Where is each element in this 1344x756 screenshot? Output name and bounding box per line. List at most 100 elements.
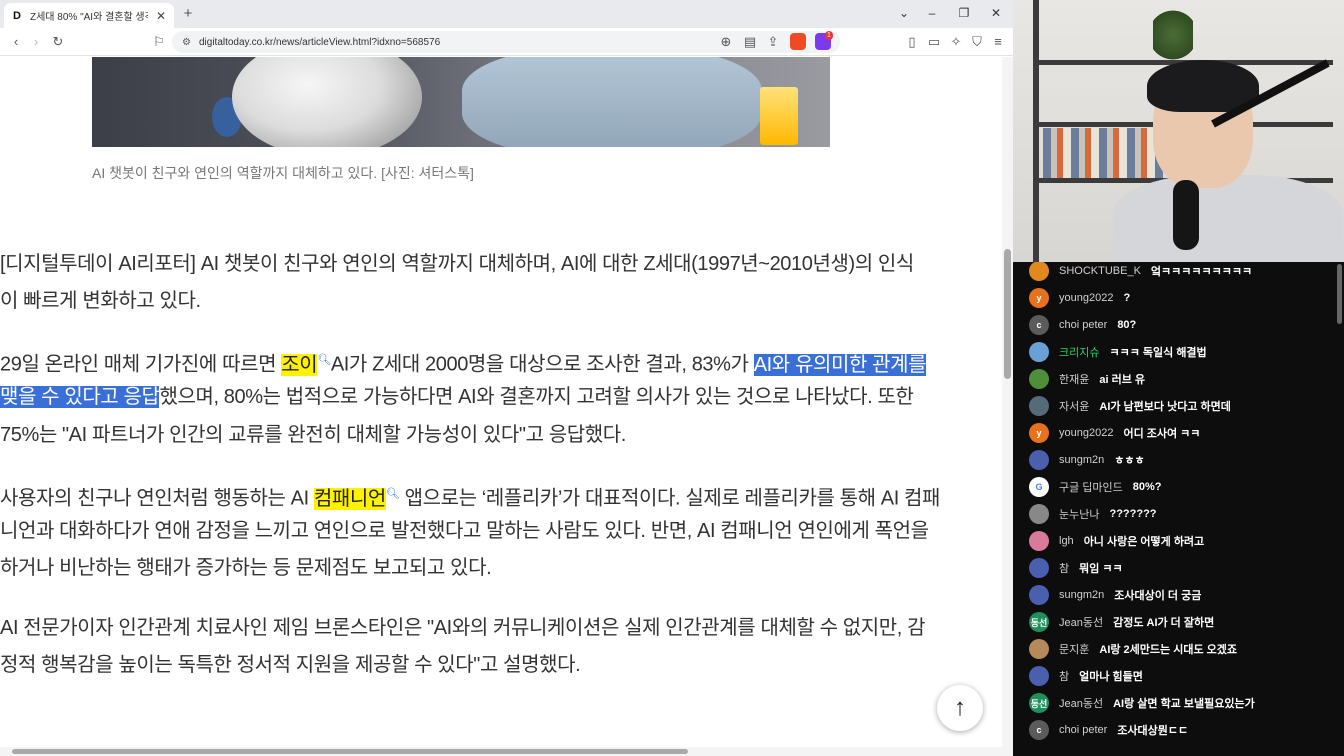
zoom-icon[interactable]: ⊕ — [718, 34, 734, 50]
webcam-feed — [1013, 0, 1344, 262]
chat-message: 동선 Jean동선 AI랑 살면 학교 보낼필요있는가 — [1029, 692, 1255, 714]
scroll-thumb[interactable] — [12, 749, 688, 754]
chat-username[interactable]: Jean동선 — [1059, 695, 1103, 711]
chat-username[interactable]: 눈누난나 — [1059, 506, 1099, 522]
chat-message: y young2022 어디 조사여 ㅋㅋ — [1029, 422, 1200, 444]
chat-avatar[interactable]: c — [1029, 315, 1049, 335]
live-chat-panel: SHOCKTUBE_K 엌ㅋㅋㅋㅋㅋㅋㅋㅋㅋ y young2022? c choi pe… — [1013, 262, 1344, 756]
chat-avatar[interactable] — [1029, 558, 1049, 578]
reload-icon[interactable]: ↻ — [50, 34, 66, 50]
chat-avatar[interactable] — [1029, 585, 1049, 605]
chat-username[interactable]: 크리지슈 — [1059, 344, 1099, 360]
chat-text: ? — [1123, 292, 1131, 304]
chat-avatar[interactable]: 동선 — [1029, 612, 1049, 632]
tab-search-chevron-icon[interactable]: ⌄ — [896, 6, 912, 20]
bookmark-icon[interactable]: ⚐ — [151, 34, 167, 50]
chat-message: c choi peter 80? — [1029, 314, 1136, 336]
chat-username[interactable]: young2022 — [1059, 292, 1113, 304]
chat-username[interactable]: 자서윤 — [1059, 398, 1089, 414]
chat-text: 80? — [1117, 319, 1137, 331]
horizontal-scrollbar[interactable] — [0, 747, 1002, 756]
paragraph-line: [디지털투데이 AI리포터] AI 챗봇이 친구와 연인의 역할까지 대체하며,… — [0, 253, 914, 275]
chat-username[interactable]: choi peter — [1059, 724, 1107, 736]
chat-avatar[interactable]: c — [1029, 720, 1049, 740]
wallet-icon[interactable]: ▭ — [926, 34, 942, 50]
chat-avatar[interactable] — [1029, 531, 1049, 551]
close-window-icon[interactable]: ✕ — [988, 6, 1004, 20]
scroll-to-top-button[interactable]: ↑ — [937, 685, 983, 731]
minimize-icon[interactable]: – — [924, 6, 940, 20]
tab-close-icon[interactable]: ✕ — [154, 9, 168, 23]
chat-text: 감정도 AI가 더 잘하면 — [1113, 617, 1215, 629]
menu-icon[interactable]: ≡ — [990, 34, 1006, 50]
chat-username[interactable]: 구글 딥마인드 — [1059, 479, 1123, 495]
paragraph-line: 니언과 대화하다가 연애 감정을 느끼고 연인으로 발전했다고 말하는 사람도 … — [0, 520, 929, 542]
chat-username[interactable]: 참 — [1059, 560, 1069, 576]
chat-message: G 구글 딥마인드 80%? — [1029, 476, 1162, 498]
chat-text: 뭐임 ㅋㅋ — [1079, 563, 1123, 575]
chat-username[interactable]: 한재윤 — [1059, 371, 1089, 387]
brave-shields-icon[interactable] — [790, 33, 806, 50]
chat-message: lgh 아니 사랑은 어떻게 하려고 — [1029, 530, 1204, 552]
vpn-icon[interactable]: ⛉ — [969, 34, 985, 50]
chat-username[interactable]: young2022 — [1059, 427, 1113, 439]
tab-title: Z세대 80% "AI와 결혼할 생각 있 — [30, 12, 148, 23]
chat-avatar[interactable]: 동선 — [1029, 693, 1049, 713]
chat-username[interactable]: sungm2n — [1059, 454, 1104, 466]
chat-message: 참 얼마나 힘들면 — [1029, 665, 1143, 687]
chat-avatar[interactable] — [1029, 639, 1049, 659]
new-tab-button[interactable]: + — [180, 5, 196, 22]
tab-active[interactable]: D Z세대 80% "AI와 결혼할 생각 있 ✕ — [4, 3, 174, 28]
chat-scrollbar[interactable] — [1337, 264, 1342, 324]
chat-username[interactable]: SHOCKTUBE_K — [1059, 265, 1141, 277]
chat-avatar[interactable] — [1029, 396, 1049, 416]
address-bar[interactable]: ⚙ digitaltoday.co.kr/news/articleView.ht… — [172, 31, 840, 53]
chat-message: 참 뭐임 ㅋㅋ — [1029, 557, 1123, 579]
chat-username[interactable]: Jean동선 — [1059, 614, 1103, 630]
chat-text: ??????? — [1109, 508, 1157, 520]
chat-avatar[interactable] — [1029, 450, 1049, 470]
chat-avatar[interactable]: y — [1029, 288, 1049, 308]
paragraph-line: AI 전문가이자 인간관계 치료사인 제임 브론스타인은 "AI와의 커뮤니케이… — [0, 617, 926, 639]
chat-username[interactable]: 문지훈 — [1059, 641, 1089, 657]
scroll-thumb[interactable] — [1004, 249, 1011, 379]
leo-ai-icon[interactable]: ✧ — [948, 34, 964, 50]
chat-username[interactable]: sungm2n — [1059, 589, 1104, 601]
keyword-highlight[interactable]: 조이 — [281, 353, 318, 376]
article-page: AI 챗봇이 친구와 연인의 역할까지 대체하고 있다. [사진: 셔터스톡] … — [0, 57, 1002, 747]
restore-icon[interactable]: ❐ — [956, 6, 972, 20]
chat-text: AI랑 2세만드는 시대도 오겠죠 — [1099, 644, 1237, 656]
chat-text: 어디 조사여 ㅋㅋ — [1123, 428, 1201, 440]
chat-text: 조사대상뭔ㄷㄷ — [1117, 725, 1189, 737]
reader-mode-icon[interactable]: ▤ — [742, 34, 758, 50]
tab-bar: D Z세대 80% "AI와 결혼할 생각 있 ✕ + ⌄ – ❐ ✕ — [0, 0, 1013, 28]
paragraph-line: 이 빠르게 변화하고 있다. — [0, 290, 201, 312]
search-icon[interactable]: 🔍︎ — [386, 488, 400, 500]
chat-avatar[interactable] — [1029, 504, 1049, 524]
share-icon[interactable]: ⇪ — [765, 34, 781, 50]
chat-avatar[interactable]: G — [1029, 477, 1049, 497]
paragraph-line: 하거나 비난하는 행태가 증가하는 등 문제점도 보고되고 있다. — [0, 557, 492, 579]
back-icon[interactable]: ‹ — [8, 34, 24, 50]
chat-avatar[interactable]: y — [1029, 423, 1049, 443]
chat-avatar[interactable] — [1029, 666, 1049, 686]
chat-message: 문지훈 AI랑 2세만드는 시대도 오겠죠 — [1029, 638, 1237, 660]
chat-message: y young2022? — [1029, 287, 1130, 309]
chat-text: ai 러브 유 — [1099, 374, 1146, 386]
chat-avatar[interactable] — [1029, 342, 1049, 362]
vertical-scrollbar[interactable] — [1002, 57, 1013, 756]
chat-username[interactable]: lgh — [1059, 535, 1074, 547]
chat-username[interactable]: 참 — [1059, 668, 1069, 684]
navigation-toolbar: ‹ › ↻ ⚐ ⚙ digitaltoday.co.kr/news/articl… — [0, 28, 1013, 56]
chat-avatar[interactable] — [1029, 262, 1049, 281]
forward-icon[interactable]: › — [28, 34, 44, 50]
sidebar-icon[interactable]: ▯ — [904, 34, 920, 50]
search-icon[interactable]: 🔍︎ — [317, 354, 331, 366]
keyword-highlight[interactable]: 컴패니언 — [313, 487, 386, 510]
chat-avatar[interactable] — [1029, 369, 1049, 389]
site-favicon-icon: D — [13, 9, 21, 22]
paragraph-line: 사용자의 친구나 연인처럼 행동하는 AI 컴패니언🔍︎ 앱으로는 ‘레플리카’… — [0, 487, 941, 510]
chat-username[interactable]: choi peter — [1059, 319, 1107, 331]
text-selection: AI와 유의미한 관계를 — [753, 353, 927, 376]
site-info-icon[interactable]: ⚙ — [182, 37, 191, 48]
